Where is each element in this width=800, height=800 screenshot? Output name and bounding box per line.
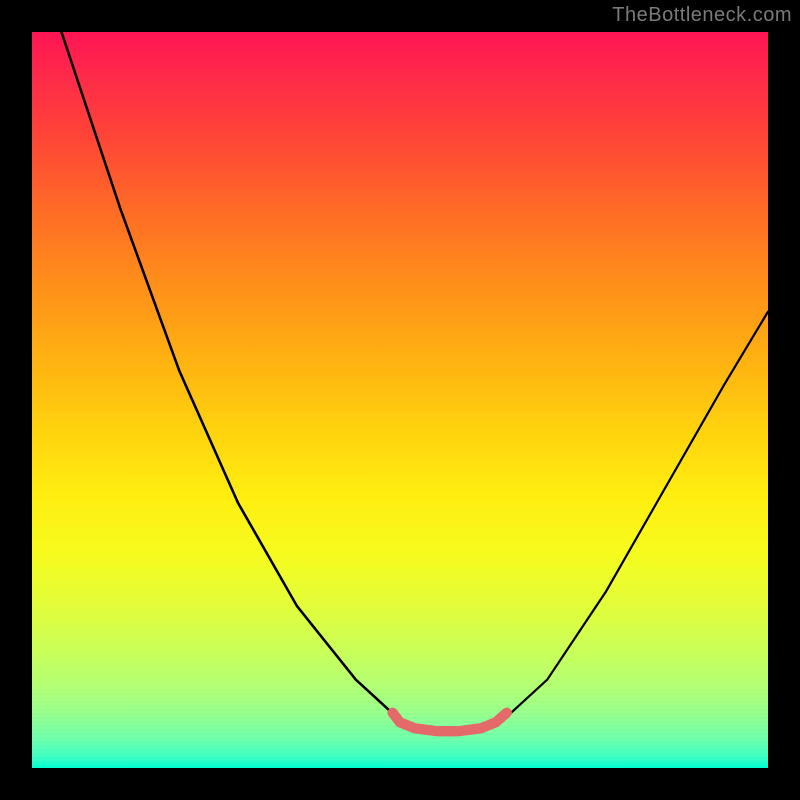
valley-marker (393, 713, 507, 731)
curve-layer (32, 32, 768, 768)
plot-area (32, 32, 768, 768)
watermark-text: TheBottleneck.com (612, 4, 792, 27)
curve-right-branch (503, 312, 768, 720)
curve-left-branch (61, 32, 400, 720)
chart-frame: TheBottleneck.com (0, 0, 800, 800)
